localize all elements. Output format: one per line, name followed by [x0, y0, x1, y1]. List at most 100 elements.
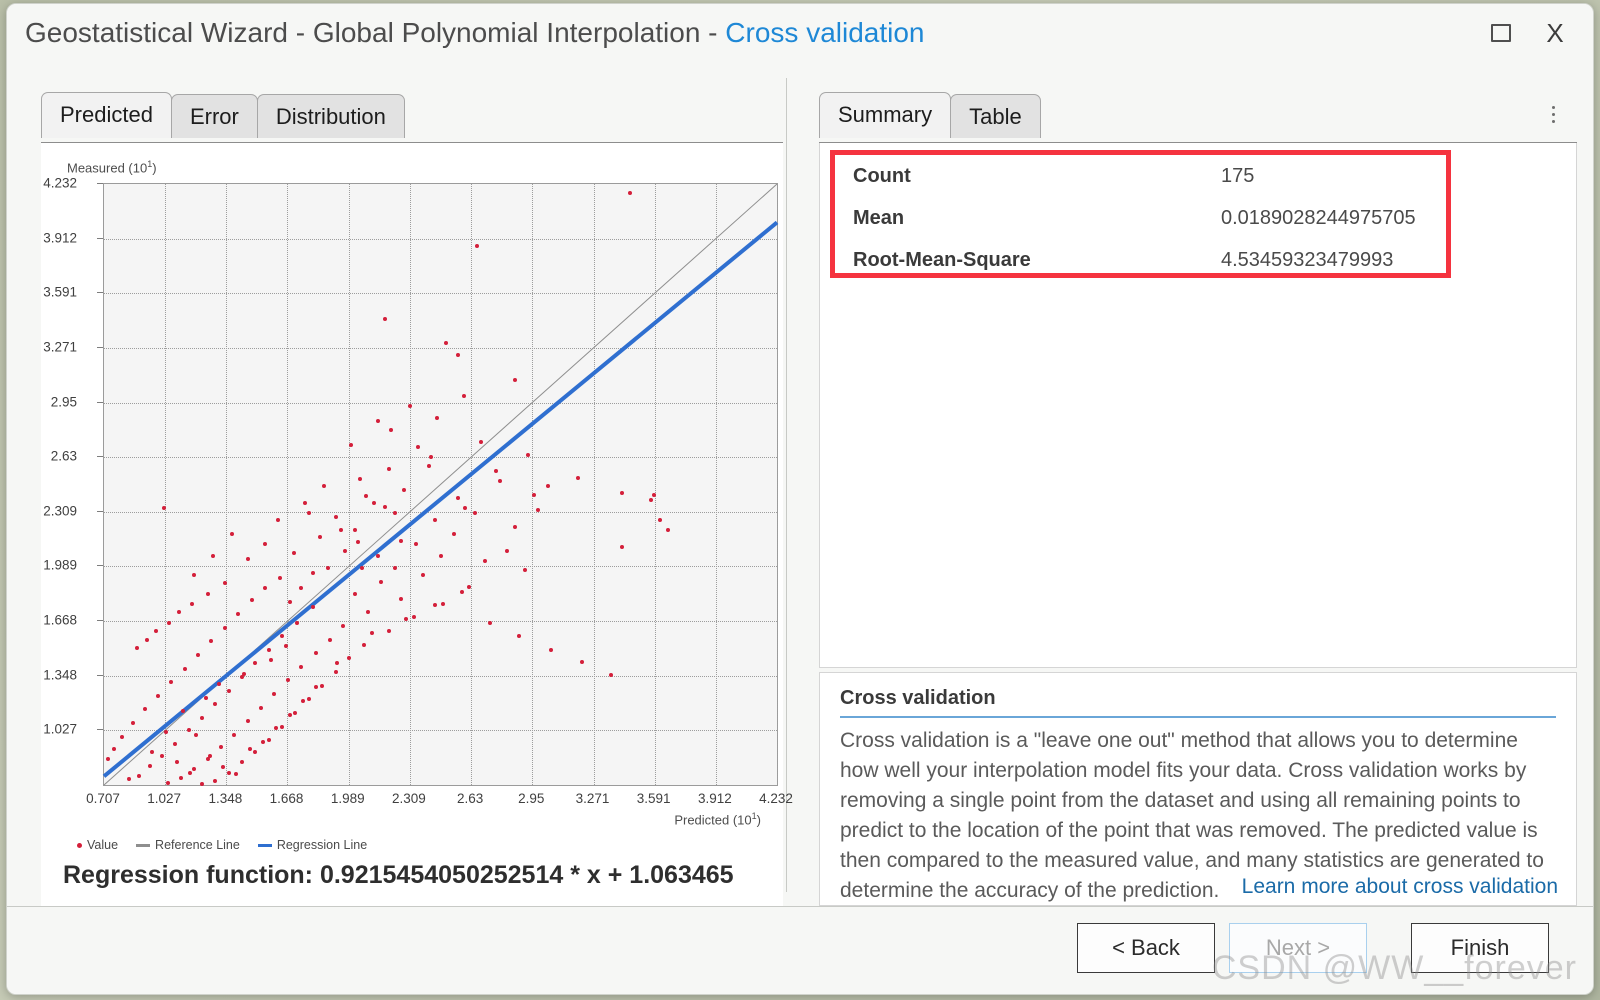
data-point [310, 605, 315, 610]
gridline-vertical [777, 184, 778, 785]
main-content: Predicted Error Distribution Measured (1… [7, 70, 1593, 906]
more-options-icon[interactable] [1552, 106, 1555, 123]
data-point [287, 600, 292, 605]
regression-line-icon [257, 843, 272, 847]
data-point [478, 439, 483, 444]
data-point [415, 444, 420, 449]
data-point [112, 746, 117, 751]
y-axis-tick-label: 4.232 [43, 175, 77, 191]
close-window-button[interactable]: X [1531, 12, 1579, 54]
data-point [493, 468, 498, 473]
legend-item-regression-line: Regression Line [257, 838, 367, 852]
y-axis-tick-mark [97, 620, 103, 622]
restore-window-button[interactable] [1477, 12, 1525, 54]
next-button: Next > [1229, 923, 1367, 973]
data-point [266, 647, 271, 652]
data-point [398, 596, 403, 601]
data-point [434, 415, 439, 420]
x-axis-title-exponent: 1 [751, 811, 757, 821]
y-axis-tick-mark [97, 729, 103, 731]
data-point [532, 492, 537, 497]
stat-value-mean: 0.0189028244975705 [1221, 207, 1416, 229]
data-point [522, 567, 527, 572]
y-axis-tick-mark [97, 401, 103, 403]
y-axis-tick-mark [97, 674, 103, 676]
data-point [451, 531, 456, 536]
predicted-chart-panel: Measured (101) 4.232 3.912 3.591 3.271 2.95 2… [41, 143, 793, 906]
data-point [262, 542, 267, 547]
x-axis-title: Predicted (101) [674, 811, 761, 828]
y-axis-title: Measured (101) [67, 159, 157, 176]
data-point [186, 727, 191, 732]
data-point [165, 780, 170, 785]
regression-line [102, 220, 779, 778]
title-bar: Geostatistical Wizard - Global Polynomia… [7, 4, 1593, 70]
y-axis-tick-label: 1.027 [43, 721, 77, 737]
data-point [163, 729, 168, 734]
data-point [459, 589, 464, 594]
data-point [408, 403, 413, 408]
data-point [427, 463, 432, 468]
tab-predicted[interactable]: Predicted [41, 92, 172, 138]
table-row: Root-Mean-Square 4.53459323479993 [853, 249, 1436, 291]
chart-legend: Value Reference Line Regression Line [77, 838, 367, 852]
data-point [280, 724, 285, 729]
right-pane: Summary Table Count 175 Mean 0.018902824… [807, 70, 1577, 906]
data-point [516, 634, 521, 639]
tab-distribution[interactable]: Distribution [256, 94, 405, 138]
data-point [178, 775, 183, 780]
data-point [207, 753, 212, 758]
data-point [333, 514, 338, 519]
data-point [291, 550, 296, 555]
trend-lines [102, 183, 779, 786]
data-point [545, 484, 550, 489]
data-point [182, 666, 187, 671]
y-axis-tick-mark [97, 456, 103, 458]
data-point [488, 620, 493, 625]
y-axis-tick-label: 3.591 [43, 284, 77, 300]
y-axis-tick-mark [97, 565, 103, 567]
y-axis-tick-label: 2.309 [43, 503, 77, 519]
left-pane: Predicted Error Distribution Measured (1… [21, 70, 793, 906]
kebab-dot [1552, 113, 1555, 116]
value-dot-icon [77, 842, 82, 848]
tab-summary[interactable]: Summary [819, 92, 952, 138]
data-point [173, 741, 178, 746]
y-axis-tick-mark [97, 510, 103, 512]
data-point [261, 739, 266, 744]
data-point [327, 637, 332, 642]
y-axis-tick-label: 2.95 [50, 394, 77, 410]
data-point [249, 598, 254, 603]
data-point [203, 695, 208, 700]
data-point [388, 427, 393, 432]
x-axis-title-base: Predicted (10 [674, 812, 752, 828]
legend-item-reference-line: Reference Line [136, 838, 240, 852]
data-point [402, 487, 407, 492]
data-point [205, 591, 210, 596]
data-point [474, 243, 479, 248]
stat-label-count: Count [853, 165, 911, 187]
data-point [199, 782, 204, 787]
chart-tabs: Predicted Error Distribution [41, 92, 405, 138]
y-axis-title-base: Measured (10 [67, 160, 148, 176]
kebab-dot [1552, 120, 1555, 123]
data-point [619, 490, 624, 495]
close-icon: X [1546, 18, 1564, 48]
data-point [325, 565, 330, 570]
data-point [295, 620, 300, 625]
y-axis-tick-mark [97, 183, 103, 184]
back-button[interactable]: < Back [1077, 923, 1215, 973]
y-axis-title-exponent: 1 [147, 159, 153, 169]
finish-button[interactable]: Finish [1411, 923, 1549, 973]
data-point [156, 693, 161, 698]
y-axis-tick-mark [97, 292, 103, 294]
learn-more-link[interactable]: Learn more about cross validation [1242, 875, 1558, 899]
data-point [627, 190, 632, 195]
data-point [398, 538, 403, 543]
tab-table[interactable]: Table [950, 94, 1041, 138]
y-axis-tick-mark [97, 237, 103, 239]
data-point [219, 744, 224, 749]
title-accent-text: Cross validation [725, 17, 925, 48]
tab-error[interactable]: Error [170, 94, 258, 138]
data-point [136, 773, 141, 778]
